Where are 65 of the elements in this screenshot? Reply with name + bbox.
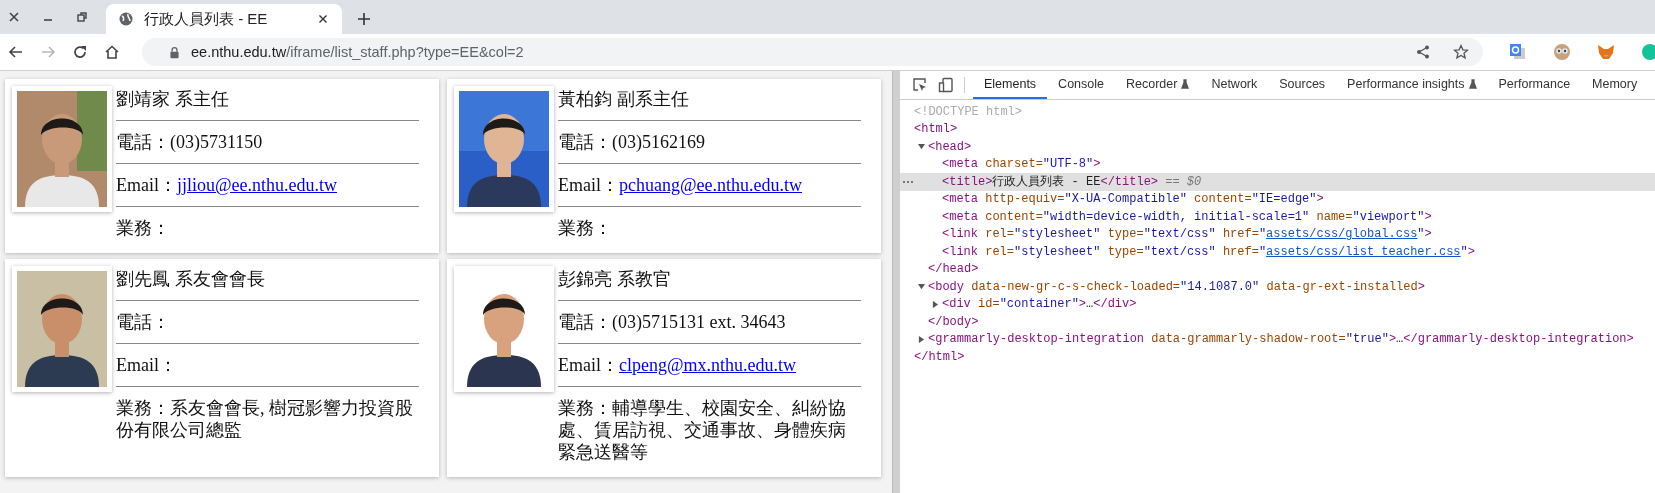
email-label: Email： [116,175,177,195]
fox-icon[interactable] [1597,43,1615,61]
code-line: <link rel="stylesheet" type="text/css" href="assets/css/global.css"> [942,227,1432,242]
code-line: </body> [928,314,979,329]
duties-text: 業務：輔導學生、校園安全、糾紛協處、賃居訪視、交通事故、身體疾病緊急送醫等 [558,397,847,464]
code-line: <title>行政人員列表 - EE</title> == $0 [942,174,1202,191]
code-line: </head> [928,262,979,277]
url-text: ee.nthu.edu.tw/iframe/list_staff.php?type=EE&col=2 [191,44,524,60]
devtools-tab[interactable]: Sources [1268,71,1337,99]
devtools-tab[interactable]: Console [1047,71,1115,99]
staff-name: 劉靖家 系主任 [116,86,419,121]
duties-text: 業務： [116,217,171,240]
inspect-icon[interactable] [912,77,928,93]
new-tab-icon[interactable] [356,11,372,27]
code-line: <body data-new-gr-c-s-check-loaded="14.1087.0" data-gr-ext-installed> [928,279,1425,294]
email-label: Email： [116,355,177,375]
staff-name: 黃柏鈞 副系主任 [558,86,861,121]
code-line: <!DOCTYPE html> [914,104,1023,119]
translate-icon[interactable] [1509,43,1527,61]
browser-tab[interactable]: 行政人員列表 - EE [106,4,342,34]
back-arrow-icon[interactable] [8,44,24,60]
email-label: Email： [558,355,619,375]
phone-text: 電話： [116,301,419,344]
devtools-tab[interactable]: Network [1200,71,1269,99]
duties-text: 業務： [558,217,613,240]
expand-triangle-icon[interactable] [932,300,939,308]
code-line: <html> [914,122,958,137]
expand-triangle-icon[interactable] [918,143,925,151]
tab-title: 行政人員列表 - EE [144,9,269,29]
devtools-tab[interactable]: Memory [1581,71,1649,99]
address-bar[interactable]: ee.nthu.edu.tw/iframe/list_staff.php?type=EE&col=2 [142,38,1483,66]
device-icon[interactable] [938,77,954,93]
devtools-tab[interactable]: Performance insights [1336,71,1488,99]
code-line: <head> [928,139,972,154]
restore-icon[interactable] [74,9,90,25]
star-icon[interactable] [1453,44,1469,60]
more-icon[interactable] [902,180,914,184]
devtools-tab[interactable]: Performance [1487,71,1582,99]
email-link[interactable]: pchuang@ee.nthu.edu.tw [619,175,803,195]
staff-name: 劉先鳳 系友會會長 [116,266,419,301]
home-icon[interactable] [104,44,120,60]
owl-icon[interactable] [1553,43,1571,61]
code-line: <link rel="stylesheet" type="text/css" href="assets/css/list_teacher.css"> [942,244,1475,259]
devtools-tab[interactable]: Elements [973,71,1048,99]
code-line: <meta content="width=device-width, initial-scale=1" name="viewport"> [942,209,1432,224]
expand-triangle-icon[interactable] [918,335,925,343]
globe-icon [118,11,134,27]
staff-name: 彭錦亮 系教官 [558,266,861,301]
email-label: Email： [558,175,619,195]
share-icon[interactable] [1415,44,1431,60]
expand-triangle-icon[interactable] [918,283,925,291]
code-line: <grammarly-desktop-integration data-grammarly-shadow-root="true">…</grammarly-desktop-integration> [928,332,1634,347]
devtools-tab[interactable]: Recorder [1115,71,1201,99]
phone-text: 電話：(03)5715131 ext. 34643 [558,301,861,344]
code-line: </html> [914,349,965,364]
phone-text: 電話：(03)5162169 [558,121,861,164]
code-line: <meta charset="UTF-8"> [942,157,1101,172]
lock-icon [168,45,181,59]
duties-text: 業務：系友會會長, 樹冠影響力投資股份有限公司總監 [116,397,414,442]
code-line: <div id="container">…</div> [942,297,1137,312]
code-line: <meta http-equiv="X-UA-Compatible" content="IE=edge"> [942,192,1324,207]
reload-icon[interactable] [72,44,88,60]
phone-text: 電話：(03)5731150 [116,121,419,164]
email-link[interactable]: clpeng@mx.nthu.edu.tw [619,355,797,375]
email-link[interactable]: jjliou@ee.nthu.edu.tw [177,175,338,195]
